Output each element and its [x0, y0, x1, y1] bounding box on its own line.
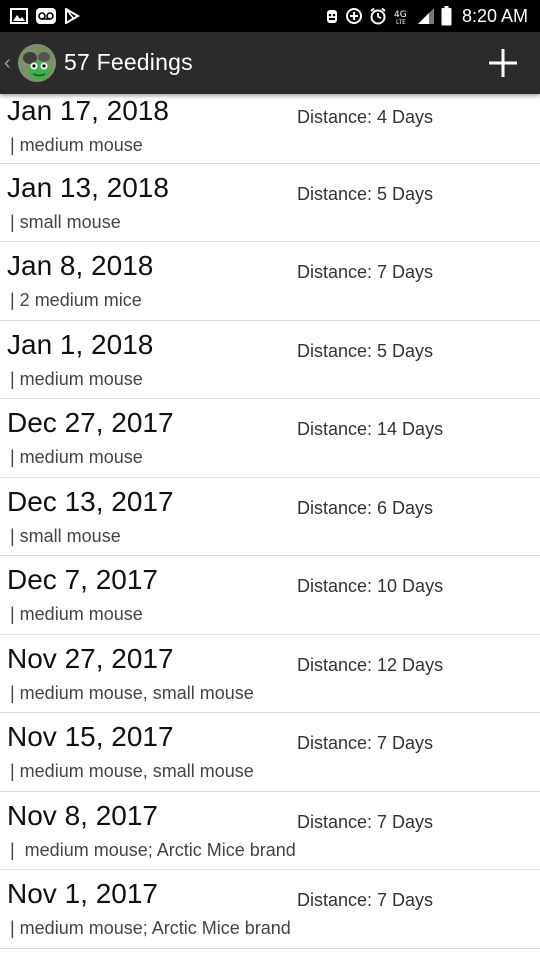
feeding-distance: Distance: 10 Days	[297, 576, 444, 596]
feeding-date: Jan 1, 2018	[7, 328, 154, 360]
feeding-note: | small mouse	[10, 211, 121, 232]
feeding-list-item[interactable]: Jan 17, 2018 Distance: 4 Days | medium mou…	[0, 94, 540, 164]
signal-icon	[417, 7, 435, 25]
feeding-date: Jan 17, 2018	[7, 95, 169, 126]
feeding-distance: Distance: 7 Days	[297, 890, 434, 910]
status-time: 8:20 AM	[461, 5, 528, 26]
battery-icon	[441, 6, 452, 26]
feeding-note: | medium mouse; Arctic Mice brand	[10, 918, 291, 938]
bug-icon	[325, 7, 339, 25]
feeding-note: | 2 medium mice	[10, 290, 142, 310]
feeding-distance: Distance: 4 Days	[297, 107, 434, 127]
feeding-date: Nov 27, 2017	[7, 642, 174, 674]
back-button[interactable]: ‹	[0, 32, 60, 94]
feeding-list-item[interactable]: Jan 13, 2018 Distance: 5 Days | small mous…	[0, 164, 540, 242]
feeding-date: Dec 13, 2017	[7, 485, 174, 517]
feeding-distance: Distance: 7 Days	[297, 811, 434, 832]
lte-icon: 4G LTE	[393, 7, 411, 25]
feeding-distance: Distance: 5 Days	[297, 340, 434, 361]
feeding-list-item[interactable]: Nov 27, 2017 Distance: 12 Days | medium mo…	[0, 635, 540, 713]
feeding-note: | medium mouse	[10, 135, 143, 155]
play-store-icon	[64, 8, 80, 24]
feeding-note: | medium mouse	[10, 604, 143, 624]
feeding-date: Jan 13, 2018	[7, 171, 169, 203]
chevron-left-icon: ‹	[4, 52, 11, 74]
feeding-date: Nov 1, 2017	[7, 878, 158, 909]
feeding-list-item[interactable]: Nov 15, 2017 Distance: 7 Days | medium mou…	[0, 713, 540, 792]
feeding-distance: Distance: 5 Days	[297, 183, 434, 204]
gallery-icon	[10, 8, 28, 24]
feeding-distance: Distance: 7 Days	[297, 733, 434, 753]
feedings-list: Jan 17, 2018 Distance: 4 Days | medium mou…	[0, 94, 540, 949]
feeding-note: | medium mouse	[10, 368, 143, 389]
feeding-list-item[interactable]: Jan 8, 2018 Distance: 7 Days | 2 medium mi…	[0, 242, 540, 321]
feeding-date: Dec 27, 2017	[7, 407, 174, 438]
status-bar: 4G LTE 8:20 AM	[0, 0, 540, 32]
data-saver-icon	[345, 7, 363, 25]
feeding-date: Dec 7, 2017	[7, 564, 158, 595]
feeding-date: Jan 8, 2018	[7, 250, 154, 281]
feeding-distance: Distance: 6 Days	[297, 497, 434, 518]
feeding-note: | medium mouse, small mouse	[10, 761, 254, 781]
feeding-distance: Distance: 14 Days	[297, 419, 444, 439]
feeding-list-item[interactable]: Dec 7, 2017 Distance: 10 Days | medium mou…	[0, 556, 540, 635]
feeding-distance: Distance: 7 Days	[297, 262, 434, 282]
feeding-note: | medium mouse, small mouse	[10, 682, 254, 703]
app-bar: ‹ 57 Feedings	[0, 32, 540, 94]
feeding-note: | small mouse	[10, 525, 121, 546]
voicemail-icon	[36, 8, 56, 24]
add-feeding-button[interactable]	[484, 44, 522, 82]
alarm-icon	[369, 7, 387, 25]
status-left-icons	[10, 6, 80, 26]
feeding-note: | medium mouse; Arctic Mice brand	[10, 839, 296, 860]
feeding-list-item[interactable]: Jan 1, 2018 Distance: 5 Days | medium mous…	[0, 321, 540, 399]
frog-avatar-icon	[18, 44, 56, 82]
feeding-distance: Distance: 12 Days	[297, 654, 444, 675]
feeding-list-item[interactable]: Nov 1, 2017 Distance: 7 Days | medium mous…	[0, 870, 540, 949]
feeding-list-item[interactable]: Nov 8, 2017 Distance: 7 Days | medium mous…	[0, 792, 540, 870]
feeding-date: Nov 15, 2017	[7, 721, 174, 752]
status-right-icons: 4G LTE 8:20 AM	[325, 4, 528, 28]
feeding-date: Nov 8, 2017	[7, 799, 158, 831]
feeding-list-item[interactable]: Dec 27, 2017 Distance: 14 Days | medium mo…	[0, 399, 540, 478]
feeding-note: | medium mouse	[10, 447, 143, 467]
page-title: 57 Feedings	[64, 49, 193, 75]
feeding-list-item[interactable]: Dec 13, 2017 Distance: 6 Days | small mous…	[0, 478, 540, 556]
plus-icon	[489, 49, 517, 77]
svg-text:LTE: LTE	[396, 19, 406, 25]
